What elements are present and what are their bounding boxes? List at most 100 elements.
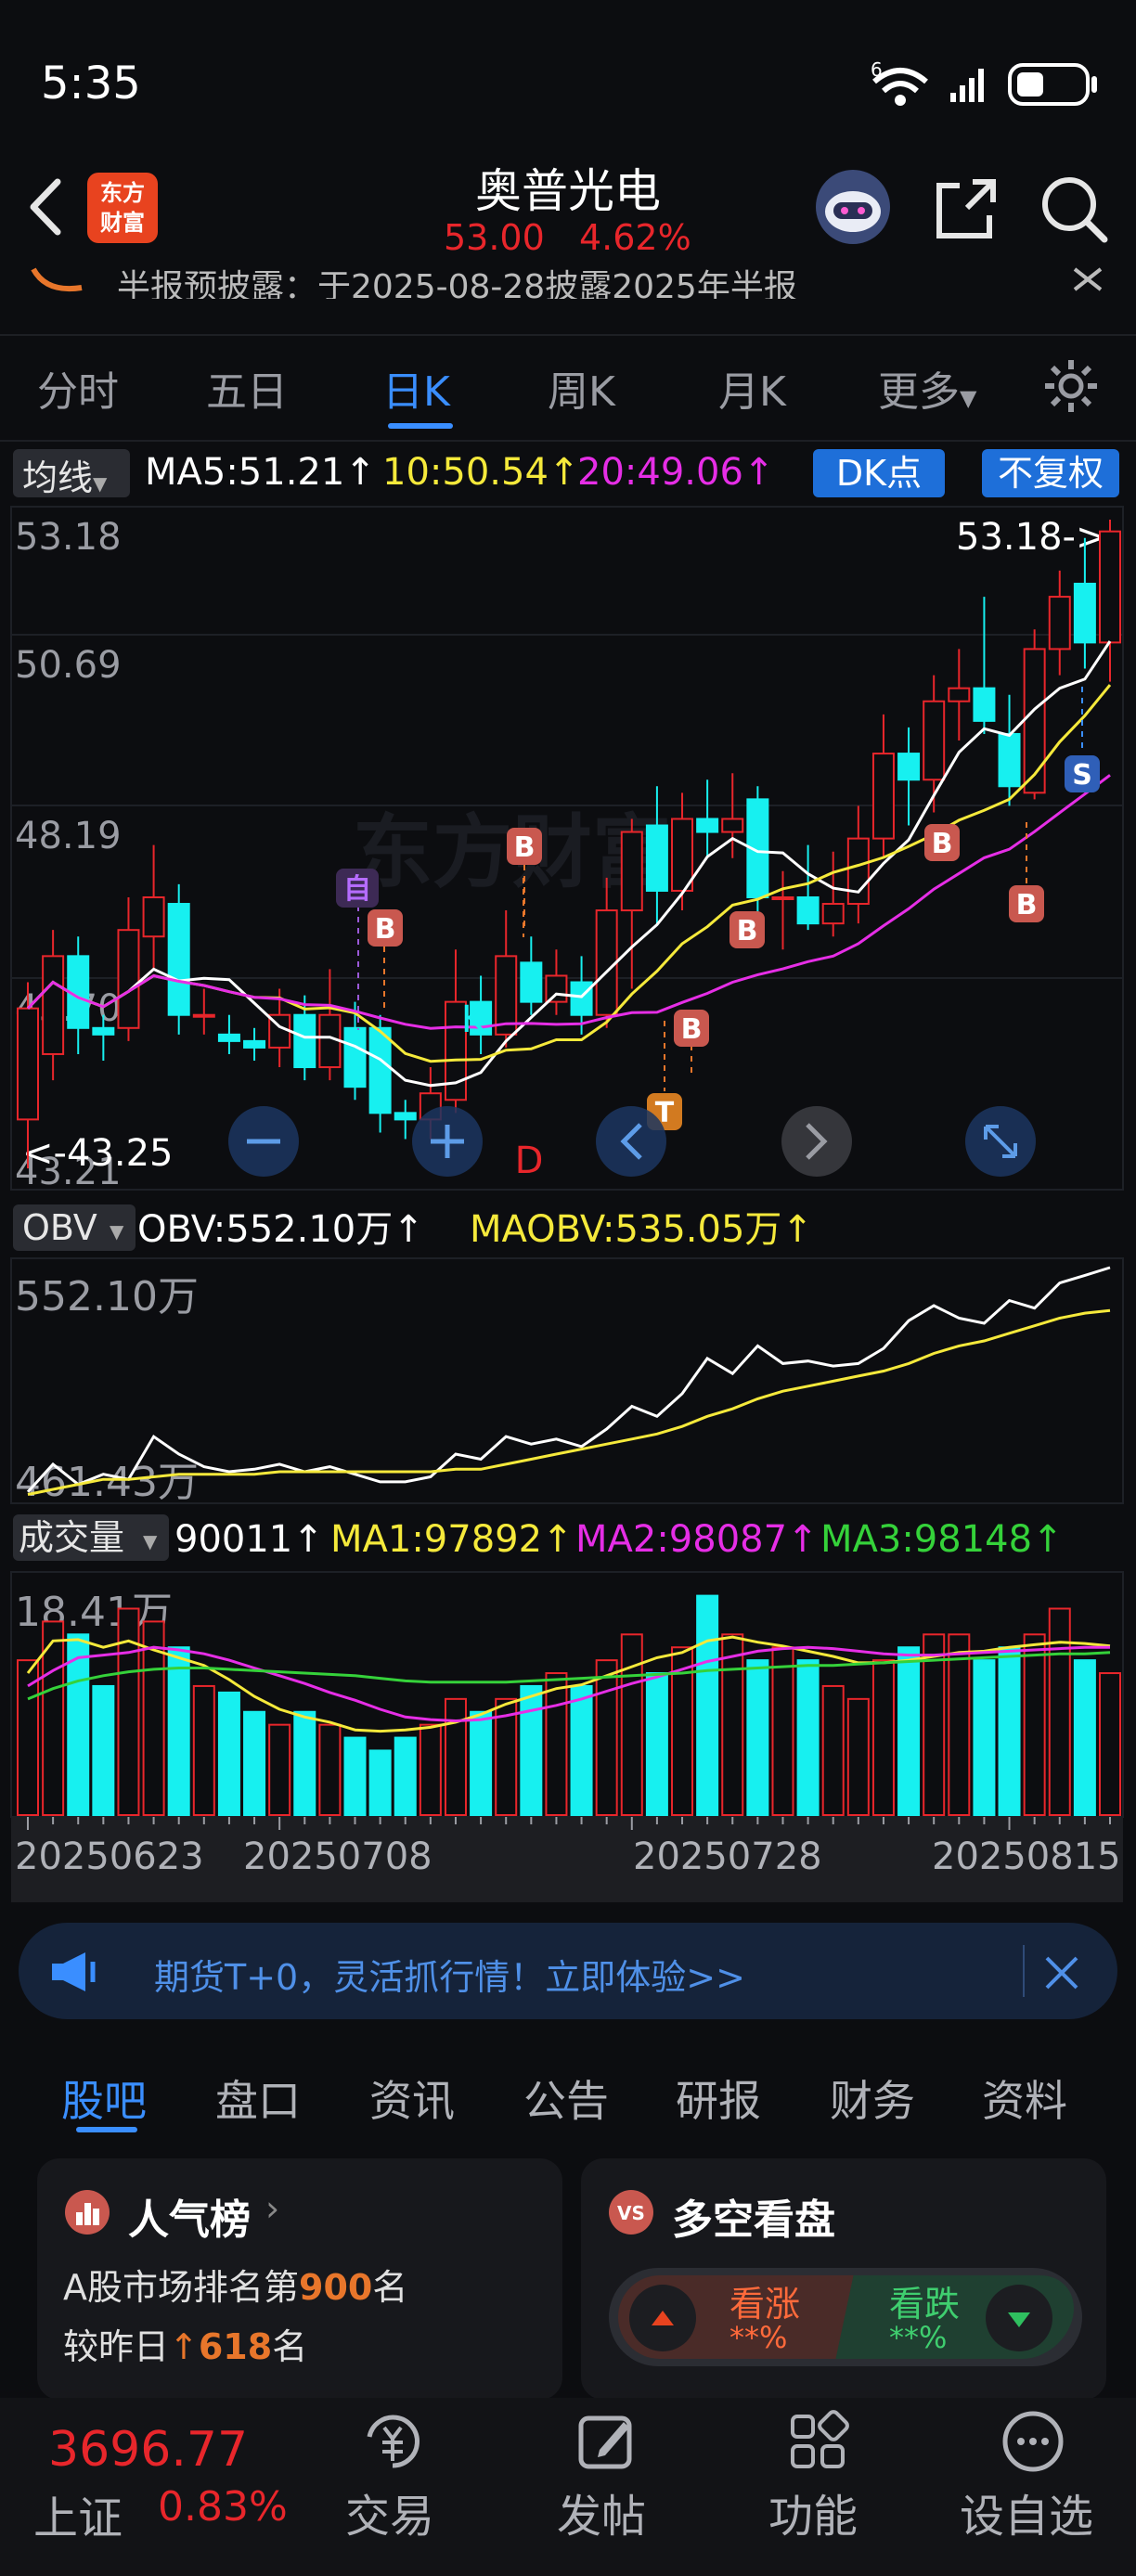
candle	[821, 851, 845, 937]
active-tab-indicator	[388, 423, 453, 429]
svg-text:B: B	[681, 1013, 703, 1046]
candle-body	[217, 1033, 240, 1042]
k-marker: K	[461, 998, 487, 1041]
date-label: 20250815	[932, 1835, 1121, 1878]
nav-post[interactable]: 发帖	[557, 2479, 646, 2544]
volume-bar	[419, 1723, 442, 1817]
candle	[897, 727, 921, 826]
index-name[interactable]: 上证	[33, 2481, 123, 2546]
search-icon[interactable]	[1036, 171, 1114, 249]
close-ad-icon[interactable]	[1041, 1952, 1082, 1993]
share-icon[interactable]	[928, 173, 1002, 247]
candle	[495, 910, 518, 1048]
candle-body	[771, 895, 794, 900]
settings-gear-icon[interactable]	[1041, 356, 1101, 416]
candle	[217, 1014, 240, 1054]
stock-price: 53.00	[444, 217, 545, 258]
candle-body	[92, 1026, 115, 1036]
tab-daily-k[interactable]: 日K	[382, 358, 450, 418]
obv-value: OBV:552.10万↑	[137, 1208, 424, 1251]
volume-bar	[318, 1723, 342, 1817]
tab-news[interactable]: 资讯	[369, 2067, 455, 2129]
trade-icon[interactable]	[360, 2409, 425, 2474]
tab-monthly-k[interactable]: 月K	[718, 358, 786, 418]
tab-profile[interactable]: 资料	[982, 2067, 1067, 2129]
volume-bar	[973, 1659, 996, 1816]
nav-functions[interactable]: 功能	[768, 2479, 858, 2544]
bear-arrow-icon[interactable]	[982, 2281, 1056, 2355]
svg-text:B: B	[932, 828, 953, 860]
bull-bear-card[interactable]: VS 多空看盘 看涨 **% 看跌 **%	[581, 2158, 1106, 2400]
nav-trade[interactable]: 交易	[345, 2479, 434, 2544]
svg-text:B: B	[1016, 889, 1038, 921]
volume-bar	[243, 1710, 266, 1816]
volume-bar	[192, 1684, 215, 1817]
popularity-card[interactable]: 人气榜 › A股市场排名第900名 较昨日↑618名	[37, 2158, 562, 2400]
tab-five-day[interactable]: 五日	[206, 358, 288, 418]
functions-grid-icon[interactable]	[785, 2409, 850, 2474]
candle-body	[595, 909, 618, 1016]
index-change[interactable]: 0.83%	[158, 2483, 288, 2531]
nav-add-watchlist[interactable]: 设自选	[960, 2479, 1093, 2544]
low-price-marker: <-43.25	[22, 1132, 173, 1175]
volume-bars	[17, 1594, 1121, 1817]
candle	[394, 1100, 417, 1140]
back-icon[interactable]	[24, 174, 71, 239]
stock-change: 4.62%	[579, 217, 691, 258]
candle	[620, 818, 643, 989]
compose-post-icon[interactable]	[574, 2409, 639, 2474]
more-dots-icon[interactable]	[1000, 2409, 1065, 2474]
kline-chart[interactable]: 东方财富 53.18 50.69 48.19 45.70 43.21 53.18…	[0, 442, 1136, 1908]
divider	[1023, 1945, 1025, 1997]
rank-change-prefix: 较昨日	[63, 2326, 170, 2367]
tab-research[interactable]: 研报	[676, 2067, 761, 2129]
volume-bar	[1073, 1659, 1096, 1816]
notice-text[interactable]: 半报预披露：于2025-08-28披露2025年半报	[117, 260, 1073, 299]
candle-body	[973, 687, 996, 722]
candle-body	[998, 732, 1021, 788]
bull-arrow-icon[interactable]	[626, 2281, 700, 2355]
volume-bar	[92, 1684, 115, 1817]
price-axis-label: 50.69	[15, 644, 122, 687]
candle-body	[293, 1013, 316, 1069]
price-axis-label: 53.18	[15, 516, 122, 559]
caret-down-icon: ▼	[960, 385, 977, 411]
tab-order-book[interactable]: 盘口	[215, 2067, 301, 2129]
tab-forum[interactable]: 股吧	[61, 2067, 147, 2129]
candle-body	[696, 818, 719, 833]
obv-indicator-label: OBV	[22, 1207, 97, 1248]
arrow-up-icon: ↑	[169, 2326, 199, 2367]
volume-bar	[871, 1659, 895, 1816]
volume-indicator-label: 成交量	[19, 1517, 124, 1558]
status-bar: 5:35 6	[0, 0, 1136, 167]
rank-prefix: A股市场排名第	[63, 2267, 299, 2308]
assistant-robot-icon[interactable]	[811, 165, 895, 249]
volume-value: 90011↑	[174, 1518, 324, 1561]
volume-bar	[746, 1659, 769, 1816]
volume-bar	[1048, 1607, 1071, 1816]
self-select-marker: 自	[336, 869, 379, 1030]
volume-bar	[217, 1691, 240, 1816]
svg-text:B: B	[737, 915, 758, 947]
close-notice-icon[interactable]	[1069, 265, 1106, 293]
candle	[998, 694, 1021, 806]
tab-announcements[interactable]: 公告	[523, 2067, 609, 2129]
candle-body	[17, 1007, 39, 1121]
tab-weekly-k[interactable]: 周K	[548, 358, 615, 418]
stock-name: 奥普光电	[475, 164, 661, 218]
ad-text[interactable]: 期货T+0，灵活抓行情！立即体验>>	[154, 1949, 745, 2000]
candle-body	[846, 837, 870, 906]
candle-body	[620, 831, 643, 912]
tab-intraday[interactable]: 分时	[37, 358, 119, 418]
candle	[595, 877, 618, 1028]
candle	[545, 949, 568, 1015]
volume-bar	[620, 1633, 643, 1817]
index-value[interactable]: 3696.77	[48, 2422, 248, 2478]
candle-body	[671, 818, 694, 892]
rank-change-line: 较昨日↑618名	[63, 2318, 307, 2369]
rank-line: A股市场排名第900名	[63, 2259, 407, 2310]
rank-change-value: 618	[198, 2326, 273, 2367]
tab-more[interactable]: 更多▼	[878, 358, 976, 418]
date-label: 20250708	[243, 1835, 432, 1878]
tab-finance[interactable]: 财务	[830, 2067, 915, 2129]
